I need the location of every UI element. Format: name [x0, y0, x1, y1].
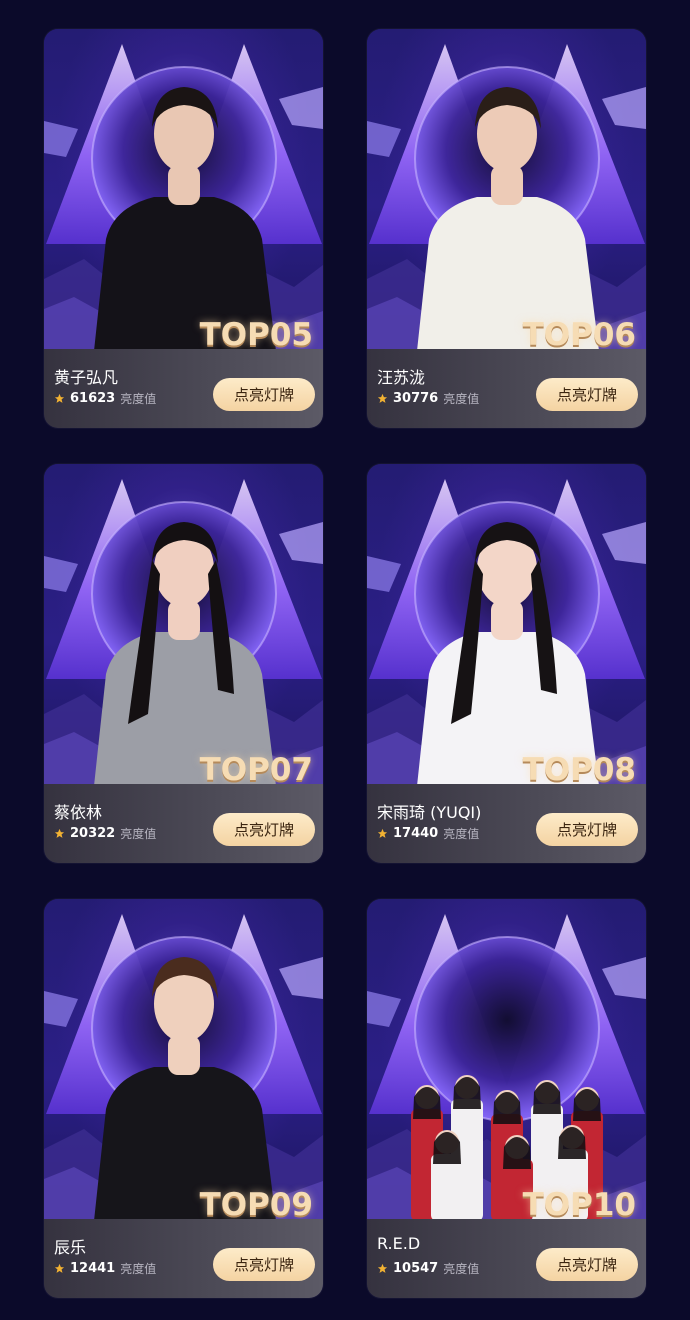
- rank-label: TOP05: [199, 317, 313, 353]
- brightness-score: 30776: [393, 391, 439, 406]
- artist-name: 蔡依林: [54, 803, 103, 822]
- ranking-grid: TOP05 黄子弘凡 61623 亮度值 点亮灯牌 TOP06 汪苏泷 3077…: [0, 0, 690, 1320]
- rank-label: TOP08: [522, 752, 636, 788]
- card-background-art: [367, 914, 646, 1221]
- light-up-button[interactable]: 点亮灯牌: [213, 378, 315, 411]
- star-icon: [377, 1263, 388, 1273]
- card-artwork: [367, 899, 646, 1221]
- artist-name: 汪苏泷: [377, 368, 426, 387]
- card-artwork: [367, 29, 646, 351]
- ranking-card[interactable]: TOP07 蔡依林 20322 亮度值 点亮灯牌: [44, 464, 323, 863]
- star-icon: [377, 828, 388, 838]
- artist-name: R.E.D: [377, 1234, 421, 1253]
- brightness-score: 61623: [70, 391, 116, 406]
- brightness-unit: 亮度值: [443, 827, 480, 841]
- brightness-stats: 30776 亮度值: [377, 390, 479, 407]
- light-up-button[interactable]: 点亮灯牌: [536, 378, 638, 411]
- brightness-score: 20322: [70, 826, 116, 841]
- card-background-art: [367, 479, 646, 786]
- ranking-card[interactable]: TOP06 汪苏泷 30776 亮度值 点亮灯牌: [367, 29, 646, 428]
- brightness-score: 17440: [393, 826, 439, 841]
- light-up-button[interactable]: 点亮灯牌: [536, 1248, 638, 1281]
- ranking-card[interactable]: TOP10 R.E.D 10547 亮度值 点亮灯牌: [367, 899, 646, 1298]
- brightness-score: 12441: [70, 1261, 116, 1276]
- brightness-unit: 亮度值: [443, 392, 480, 406]
- artist-name: 黄子弘凡: [54, 368, 119, 387]
- card-artwork: [367, 464, 646, 786]
- ranking-card[interactable]: TOP08 宋雨琦 (YUQI) 17440 亮度值 点亮灯牌: [367, 464, 646, 863]
- star-icon: [54, 1263, 65, 1273]
- card-background-art: [44, 914, 323, 1221]
- rank-label: TOP10: [522, 1187, 636, 1223]
- card-background-art: [44, 479, 323, 786]
- light-up-button[interactable]: 点亮灯牌: [213, 1248, 315, 1281]
- brightness-unit: 亮度值: [120, 827, 157, 841]
- rank-label: TOP06: [522, 317, 636, 353]
- light-up-button[interactable]: 点亮灯牌: [536, 813, 638, 846]
- card-artwork: [44, 464, 323, 786]
- card-artwork: [44, 29, 323, 351]
- card-background-art: [367, 44, 646, 351]
- card-background-art: [44, 44, 323, 351]
- star-icon: [377, 393, 388, 403]
- brightness-unit: 亮度值: [120, 392, 157, 406]
- brightness-stats: 17440 亮度值: [377, 825, 479, 842]
- rank-label: TOP07: [199, 752, 313, 788]
- star-icon: [54, 393, 65, 403]
- artist-name: 辰乐: [54, 1238, 87, 1257]
- card-artwork: [44, 899, 323, 1221]
- ranking-card[interactable]: TOP09 辰乐 12441 亮度值 点亮灯牌: [44, 899, 323, 1298]
- brightness-stats: 12441 亮度值: [54, 1260, 156, 1277]
- brightness-unit: 亮度值: [120, 1262, 157, 1276]
- brightness-unit: 亮度值: [443, 1262, 480, 1276]
- brightness-stats: 20322 亮度值: [54, 825, 156, 842]
- brightness-stats: 10547 亮度值: [377, 1260, 479, 1277]
- light-up-button[interactable]: 点亮灯牌: [213, 813, 315, 846]
- brightness-stats: 61623 亮度值: [54, 390, 156, 407]
- ranking-card[interactable]: TOP05 黄子弘凡 61623 亮度值 点亮灯牌: [44, 29, 323, 428]
- brightness-score: 10547: [393, 1261, 439, 1276]
- rank-label: TOP09: [199, 1187, 313, 1223]
- star-icon: [54, 828, 65, 838]
- artist-name: 宋雨琦 (YUQI): [377, 803, 482, 822]
